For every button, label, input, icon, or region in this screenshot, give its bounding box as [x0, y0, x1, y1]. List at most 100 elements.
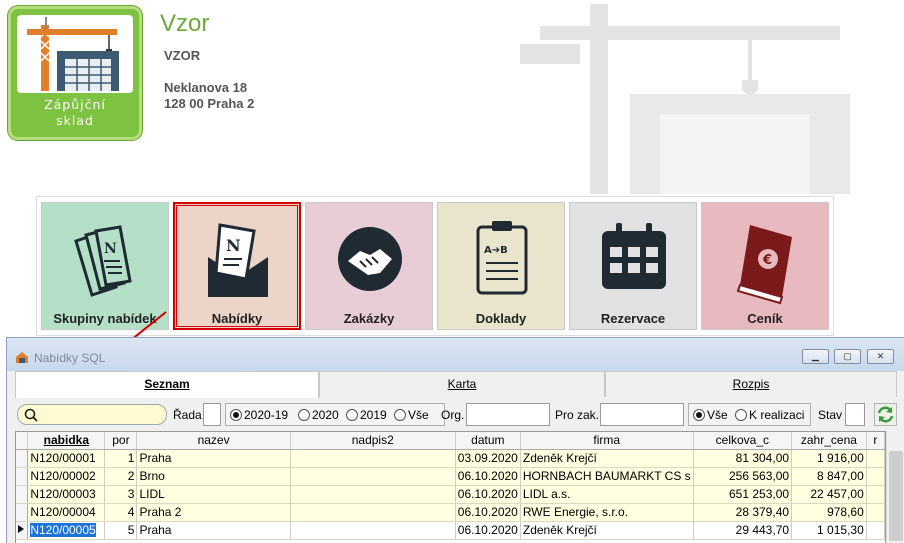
table-row[interactable]: N120/00002 2 Brno 06.10.2020 HORNBACH BA… [16, 467, 885, 486]
offers-grid[interactable]: nabidka por nazev nadpis2 datum firma ce… [15, 431, 886, 543]
realizace-radio-group: Vše K realizaci [688, 403, 811, 426]
cell-celkova-c[interactable]: 256 563,00 [693, 467, 793, 486]
cell-celkova-c[interactable]: 29 443,70 [693, 521, 793, 540]
refresh-icon [877, 406, 894, 423]
cell-zahr-cena[interactable]: 1 015,30 [791, 521, 867, 540]
column-header-nabidka[interactable]: nabidka [27, 432, 106, 450]
grid-vertical-scrollbar[interactable] [886, 431, 904, 543]
minimize-button[interactable]: ▁ [802, 349, 829, 364]
tab-bar: Seznam Karta Rozpis [15, 371, 897, 398]
cell-por[interactable]: 2 [104, 467, 138, 486]
column-header-celkova-c[interactable]: celkova_c [693, 432, 793, 450]
tab-rozpis[interactable]: Rozpis [605, 371, 897, 397]
column-header-nadpis2[interactable]: nadpis2 [290, 432, 456, 450]
cell-nadpis2[interactable] [290, 449, 456, 468]
maximize-button[interactable]: ▢ [834, 349, 861, 364]
cell-datum[interactable]: 06.10.2020 [455, 485, 521, 504]
cell-por[interactable]: 5 [104, 521, 138, 540]
tile-label: Doklady [475, 311, 527, 326]
cell-nabidka[interactable]: N120/00003 [27, 485, 106, 504]
cell-firma[interactable]: HORNBACH BAUMARKT CS s [520, 467, 694, 486]
column-header-r[interactable]: r [866, 432, 885, 450]
cell-por[interactable]: 4 [104, 503, 138, 522]
tile-doklady[interactable]: A➔B Doklady [437, 202, 565, 330]
column-header-nazev[interactable]: nazev [136, 432, 291, 450]
column-header-datum[interactable]: datum [455, 432, 521, 450]
cell-nazev[interactable]: LIDL [136, 485, 291, 504]
rada-label: Řada [173, 408, 202, 422]
cell-nadpis2[interactable] [290, 467, 456, 486]
cell-nadpis2[interactable] [290, 485, 456, 504]
cell-firma[interactable]: Zdeněk Krejčí [520, 521, 694, 540]
org-field[interactable] [466, 403, 550, 426]
cell-por[interactable]: 1 [104, 449, 138, 468]
window-titlebar[interactable]: Nabídky SQL ▁ ▢ ✕ [7, 338, 904, 371]
refresh-button[interactable] [874, 403, 897, 426]
cell-zahr-cena[interactable]: 1 916,00 [791, 449, 867, 468]
cell-por[interactable]: 3 [104, 485, 138, 504]
prozak-field[interactable] [600, 403, 684, 426]
cell-nazev[interactable]: Praha 2 [136, 503, 291, 522]
tab-karta[interactable]: Karta [319, 371, 605, 397]
tile-rezervace[interactable]: Rezervace [569, 202, 697, 330]
cell-nadpis2[interactable] [290, 521, 456, 540]
period-option-2019[interactable]: 2019 [346, 408, 387, 422]
cell-celkova-c[interactable]: 81 304,00 [693, 449, 793, 468]
table-row[interactable]: N120/00001 1 Praha 03.09.2020 Zdeněk Kre… [16, 449, 885, 468]
cell-nazev[interactable]: Praha [136, 521, 291, 540]
scrollbar-thumb[interactable] [889, 451, 903, 541]
svg-text:€: € [762, 253, 772, 268]
cell-datum[interactable]: 06.10.2020 [455, 503, 521, 522]
cell-r[interactable] [866, 449, 885, 468]
tile-cenik[interactable]: € Ceník [701, 202, 829, 330]
column-header-por[interactable]: por [104, 432, 138, 450]
cell-datum[interactable]: 03.09.2020 [455, 449, 521, 468]
column-header-firma[interactable]: firma [520, 432, 694, 450]
table-row[interactable]: N120/00004 4 Praha 2 06.10.2020 RWE Ener… [16, 503, 885, 522]
row-indicator [16, 485, 29, 504]
realizace-option-k-realizaci[interactable]: K realizaci [735, 408, 804, 422]
period-option-2020-19[interactable]: 2020-19 [230, 408, 288, 422]
tile-label: Zakázky [343, 311, 395, 326]
tile-nabidky[interactable]: N Nabídky [173, 202, 301, 330]
cell-nadpis2[interactable] [290, 503, 456, 522]
cell-nabidka[interactable]: N120/00001 [27, 449, 106, 468]
stav-field[interactable] [845, 403, 865, 426]
close-button[interactable]: ✕ [867, 349, 894, 364]
cell-datum[interactable]: 06.10.2020 [455, 467, 521, 486]
cell-zahr-cena[interactable]: 8 847,00 [791, 467, 867, 486]
cell-r[interactable] [866, 503, 885, 522]
logo-text-line1: Zápůjční [44, 97, 106, 112]
realizace-option-vse[interactable]: Vše [693, 408, 728, 422]
rada-field[interactable] [203, 403, 221, 426]
table-row-current[interactable]: N120/00005 5 Praha 06.10.2020 Zdeněk Kre… [16, 521, 885, 540]
cell-zahr-cena[interactable]: 22 457,00 [791, 485, 867, 504]
period-option-2020[interactable]: 2020 [298, 408, 339, 422]
cell-nazev[interactable]: Praha [136, 449, 291, 468]
column-header-zahr-cena[interactable]: zahr_cena [791, 432, 867, 450]
tile-label: Nabídky [211, 311, 263, 326]
cell-nabidka[interactable]: N120/00004 [27, 503, 106, 522]
tile-skupiny-nabidek[interactable]: N Skupiny nabídek [41, 202, 169, 330]
cell-firma[interactable]: RWE Energie, s.r.o. [520, 503, 694, 522]
period-radio-group: 2020-19 2020 2019 Vše [225, 403, 445, 426]
cell-r[interactable] [866, 485, 885, 504]
company-code: VZOR [164, 48, 201, 63]
cell-firma[interactable]: Zdeněk Krejčí [520, 449, 694, 468]
search-input[interactable] [17, 404, 167, 425]
cell-r[interactable] [866, 521, 885, 540]
tab-seznam[interactable]: Seznam [15, 371, 319, 398]
cell-celkova-c[interactable]: 28 379,40 [693, 503, 793, 522]
tile-zakazky[interactable]: Zakázky [305, 202, 433, 330]
cell-nazev[interactable]: Brno [136, 467, 291, 486]
period-option-vse[interactable]: Vše [394, 408, 429, 422]
cell-celkova-c[interactable]: 651 253,00 [693, 485, 793, 504]
cell-nabidka[interactable]: N120/00002 [27, 467, 106, 486]
cell-zahr-cena[interactable]: 978,60 [791, 503, 867, 522]
row-indicator [16, 503, 29, 522]
cell-nabidka[interactable]: N120/00005 [27, 521, 106, 540]
table-row[interactable]: N120/00003 3 LIDL 06.10.2020 LIDL a.s. 6… [16, 485, 885, 504]
cell-r[interactable] [866, 467, 885, 486]
cell-datum[interactable]: 06.10.2020 [455, 521, 521, 540]
cell-firma[interactable]: LIDL a.s. [520, 485, 694, 504]
